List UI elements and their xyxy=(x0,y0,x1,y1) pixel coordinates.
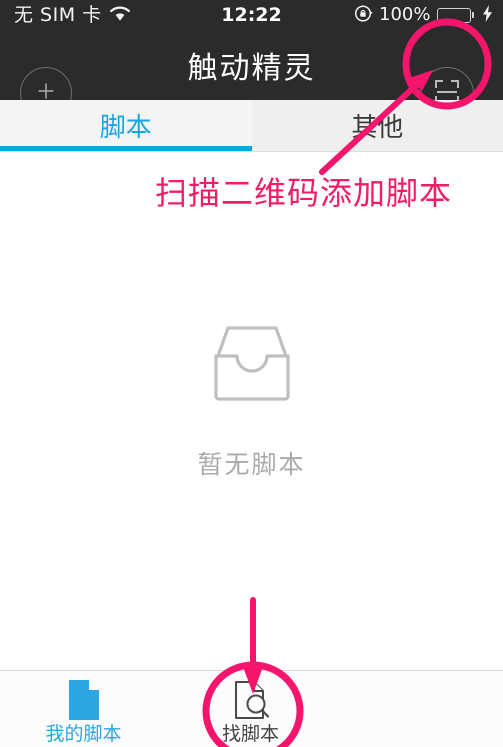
document-search-icon xyxy=(232,678,270,722)
empty-state-label: 暂无脚本 xyxy=(197,450,306,479)
wifi-icon xyxy=(109,5,131,26)
navigation-bar: 触动精灵 xyxy=(0,30,503,121)
phone-screen: 无 SIM 卡 12:22 100% 触动精灵 脚本 其他 暂无脚本 我的脚本 … xyxy=(0,0,503,747)
carrier-label: 无 SIM 卡 xyxy=(14,3,102,26)
battery-full-icon xyxy=(436,7,474,23)
bottom-tab-my-scripts[interactable]: 我的脚本 xyxy=(0,671,167,747)
script-list-area: 暂无脚本 xyxy=(0,152,503,670)
status-bar: 无 SIM 卡 12:22 100% xyxy=(0,0,503,30)
empty-state: 暂无脚本 xyxy=(0,322,503,481)
status-bar-right: 100% xyxy=(354,0,493,30)
tab-scripts-label: 脚本 xyxy=(99,113,152,143)
tab-others[interactable]: 其他 xyxy=(251,100,503,151)
lightning-bolt-icon xyxy=(482,4,493,26)
inbox-tray-icon xyxy=(197,322,307,411)
bottom-tab-find-scripts-label: 找脚本 xyxy=(221,723,279,745)
battery-percent-label: 100% xyxy=(379,4,431,25)
bottom-tab-find-scripts[interactable]: 找脚本 xyxy=(167,671,334,747)
tab-scripts[interactable]: 脚本 xyxy=(0,100,252,151)
bottom-tab-bar: 我的脚本 找脚本 xyxy=(0,670,503,747)
rotation-lock-icon xyxy=(354,4,373,27)
status-bar-left: 无 SIM 卡 xyxy=(14,0,131,30)
clock-label: 12:22 xyxy=(221,3,282,26)
segment-tab-bar: 脚本 其他 xyxy=(0,100,503,152)
document-icon xyxy=(66,678,102,722)
tab-others-label: 其他 xyxy=(351,113,404,143)
bottom-tab-my-scripts-label: 我的脚本 xyxy=(45,723,122,745)
